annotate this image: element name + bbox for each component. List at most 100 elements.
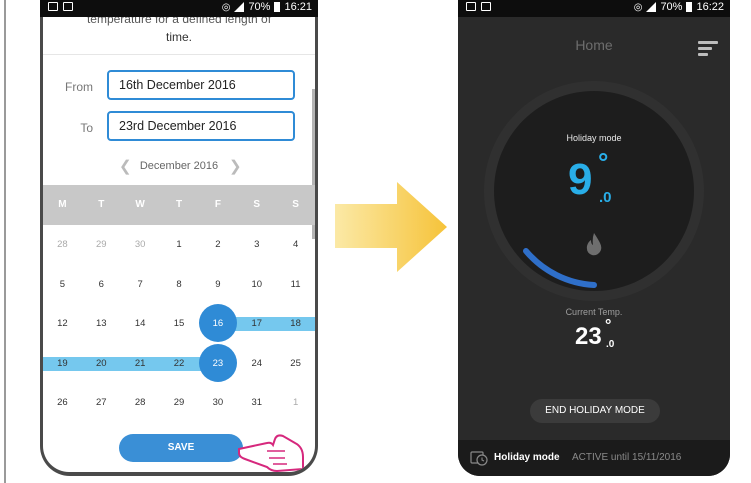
calendar-day[interactable]: 14	[121, 304, 160, 344]
flame-icon	[586, 233, 602, 256]
screenshot-icon	[481, 2, 491, 11]
battery-percent: 70%	[248, 1, 271, 13]
setpoint-degree: °	[598, 147, 609, 177]
calendar-week-row: 26 27 28 29 30 31 1	[43, 383, 315, 423]
to-date-field[interactable]: 23rd December 2016	[107, 111, 295, 141]
calendar-week-row: 28 29 30 1 2 3 4	[43, 225, 315, 265]
weekday-label: S	[253, 199, 261, 210]
mode-label: Holiday mode	[566, 133, 622, 143]
calendar-day[interactable]: 28	[43, 225, 82, 265]
calendar-week-row: 12 13 14 15 16 17 18	[43, 304, 315, 344]
weekday-header: M T W T F S S	[43, 185, 315, 225]
weekday-label: T	[175, 199, 183, 210]
end-holiday-mode-button[interactable]: END HOLIDAY MODE	[530, 399, 660, 423]
calendar-clock-icon	[470, 451, 488, 466]
wifi-icon: ◎	[221, 1, 231, 13]
footer-status: ACTIVE until 15/11/2016	[572, 452, 682, 463]
calendar-day[interactable]: 10	[237, 265, 276, 305]
calendar-day[interactable]: 19	[43, 344, 82, 384]
clock-time: 16:21	[284, 1, 312, 13]
calendar-day[interactable]: 11	[276, 265, 315, 305]
month-label: December 2016	[139, 160, 219, 172]
calendar-week-row: 5 6 7 8 9 10 11	[43, 265, 315, 305]
calendar-day[interactable]: 7	[121, 265, 160, 305]
calendar-day[interactable]: 1	[160, 225, 199, 265]
weekday-label: M	[58, 199, 67, 210]
calendar-day[interactable]: 2	[198, 225, 237, 265]
hamburger-menu-icon[interactable]	[698, 41, 718, 59]
wifi-icon: ◎	[633, 1, 643, 13]
page-left-rule	[4, 0, 6, 483]
current-temp-whole: 23	[575, 323, 602, 350]
calendar-day[interactable]: 26	[43, 383, 82, 423]
chevron-right-icon[interactable]: ❯	[229, 157, 242, 175]
divider	[43, 54, 315, 55]
clock-time: 16:22	[696, 1, 724, 13]
status-bar: ◎ 70% 16:21	[40, 0, 318, 17]
to-label: To	[80, 121, 93, 135]
calendar-day[interactable]: 22	[160, 344, 199, 384]
calendar-day[interactable]: 28	[121, 383, 160, 423]
weekday-label: F	[214, 199, 221, 210]
calendar-day[interactable]: 29	[82, 225, 121, 265]
current-temp-decimal: .0	[606, 339, 615, 350]
setpoint-whole: 9	[568, 155, 593, 204]
month-navigator: ❮ December 2016 ❯	[43, 157, 315, 176]
right-phone-frame: ◎ 70% 16:22 Home Holiday mode 9 ° .0 Cur…	[458, 0, 730, 476]
setpoint-arc	[523, 248, 597, 288]
calendar-day[interactable]: 17	[237, 304, 276, 344]
signal-icon	[234, 2, 245, 12]
save-button[interactable]: SAVE	[119, 434, 243, 462]
intro-line-2: time.	[165, 30, 192, 44]
calendar-week-row: 19 20 21 22 23 24 25	[43, 343, 315, 384]
calendar-day-selected-end[interactable]: 23	[198, 344, 237, 384]
calendar-grid: 28 29 30 1 2 3 4 5 6 7 8 9 10 11 12 13 1…	[43, 225, 315, 423]
calendar-day[interactable]: 4	[276, 225, 315, 265]
calendar-day[interactable]: 25	[276, 344, 315, 384]
status-bar: ◎ 70% 16:22	[458, 0, 730, 17]
notification-icon	[466, 2, 476, 11]
calendar-day[interactable]: 18	[276, 304, 315, 344]
calendar-day[interactable]: 29	[160, 383, 199, 423]
calendar-day[interactable]: 20	[82, 344, 121, 384]
calendar-day[interactable]: 24	[237, 344, 276, 384]
page-title: Home	[575, 37, 613, 53]
current-temp-degree: °	[605, 317, 612, 334]
battery-icon	[686, 2, 693, 12]
thermostat-screen: Home Holiday mode 9 ° .0 Current Temp. 2…	[458, 17, 730, 476]
battery-icon	[274, 2, 281, 12]
calendar-day[interactable]: 8	[160, 265, 199, 305]
signal-icon	[646, 2, 657, 12]
notification-icon	[48, 2, 58, 11]
calendar-day[interactable]: 5	[43, 265, 82, 305]
screenshot-icon	[63, 2, 73, 11]
calendar-day[interactable]: 1	[276, 383, 315, 423]
calendar-day[interactable]: 12	[43, 304, 82, 344]
weekday-label: T	[98, 199, 105, 210]
calendar-day[interactable]: 6	[82, 265, 121, 305]
from-label: From	[65, 80, 93, 94]
from-date-field[interactable]: 16th December 2016	[107, 70, 295, 100]
pointing-hand-icon	[238, 434, 304, 472]
calendar-day-selected-start[interactable]: 16	[198, 304, 237, 344]
transition-arrow-icon	[335, 182, 447, 272]
calendar-day[interactable]: 31	[237, 383, 276, 423]
calendar-day[interactable]: 30	[121, 225, 160, 265]
calendar-day[interactable]: 21	[121, 344, 160, 384]
weekday-label: S	[292, 199, 299, 210]
left-phone-frame: ◎ 70% 16:21 temperature for a defined le…	[40, 0, 318, 476]
calendar-day[interactable]: 15	[160, 304, 199, 344]
calendar-day[interactable]: 9	[198, 265, 237, 305]
current-temp-label: Current Temp.	[565, 307, 623, 317]
footer-mode: Holiday mode	[494, 452, 560, 463]
calendar-day[interactable]: 3	[237, 225, 276, 265]
calendar-day[interactable]: 13	[82, 304, 121, 344]
weekday-label: W	[135, 199, 145, 210]
status-footer: Holiday mode ACTIVE until 15/11/2016	[458, 440, 730, 476]
chevron-left-icon[interactable]: ❮	[119, 157, 132, 175]
intro-line-1: temperature for a defined length of	[86, 17, 272, 26]
date-picker-screen: temperature for a defined length of time…	[43, 17, 315, 472]
battery-percent: 70%	[660, 1, 683, 13]
calendar-day[interactable]: 30	[198, 383, 237, 423]
calendar-day[interactable]: 27	[82, 383, 121, 423]
